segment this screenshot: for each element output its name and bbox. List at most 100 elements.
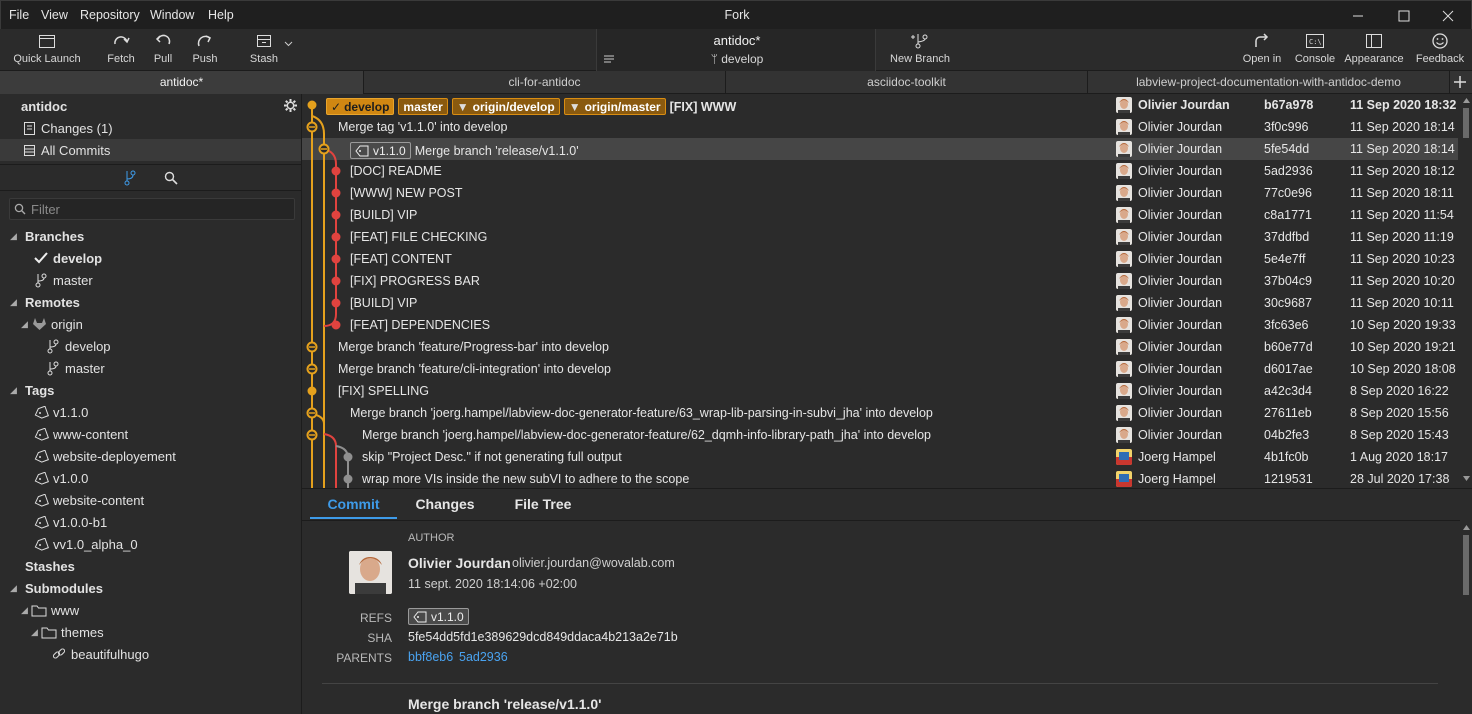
commit-list-scrollbar[interactable]: [1460, 94, 1472, 488]
parent-link-2[interactable]: 5ad2936: [459, 650, 508, 664]
sidebar-tag[interactable]: website-content: [0, 489, 301, 511]
sidebar-tag[interactable]: website-deployement: [0, 445, 301, 467]
commit-node[interactable]: [331, 320, 341, 330]
commit-node[interactable]: [331, 298, 341, 308]
parent-link-1[interactable]: bbf8eb6: [408, 650, 453, 664]
sidebar-tag[interactable]: www-content: [0, 423, 301, 445]
sidebar-submodule-beautifulhugo[interactable]: beautifulhugo: [0, 643, 301, 665]
commit-row[interactable]: Merge branch 'feature/Progress-bar' into…: [302, 336, 1458, 358]
add-tab-button[interactable]: [1452, 74, 1468, 90]
scrollbar-thumb[interactable]: [1463, 535, 1469, 595]
feedback-button[interactable]: Feedback: [1414, 31, 1466, 69]
menu-help[interactable]: Help: [208, 8, 234, 22]
commit-node[interactable]: [331, 188, 341, 198]
tags-header[interactable]: ◢ Tags: [0, 379, 301, 401]
close-button[interactable]: [1425, 1, 1471, 30]
sidebar-submodule-www[interactable]: ◢ www: [0, 599, 301, 621]
sidebar-tag[interactable]: v1.0.0-b1: [0, 511, 301, 533]
scrollbar-thumb[interactable]: [1463, 108, 1469, 138]
sidebar-item-changes[interactable]: Changes (1): [0, 117, 301, 139]
commit-row[interactable]: v1.1.0 Merge branch 'release/v1.1.0' Olivi…: [302, 138, 1458, 160]
commit-row[interactable]: [FEAT] DEPENDENCIES Olivier Jourdan 3fc63e…: [302, 314, 1458, 336]
filter-field[interactable]: [9, 198, 295, 220]
submodules-header[interactable]: ◢ Submodules: [0, 577, 301, 599]
commit-row[interactable]: wrap more VIs inside the new subVI to ad…: [302, 468, 1458, 488]
commit-row[interactable]: [FEAT] CONTENT Olivier Jourdan 5e4e7ff 11 S…: [302, 248, 1458, 270]
new-branch-button[interactable]: New Branch: [888, 31, 952, 69]
commit-node[interactable]: [331, 276, 341, 286]
commit-node[interactable]: [331, 232, 341, 242]
stashes-header[interactable]: Stashes: [0, 555, 301, 577]
commit-row[interactable]: Merge branch 'joerg.hampel/labview-doc-g…: [302, 402, 1458, 424]
tab-asciidoc-toolkit[interactable]: asciidoc-toolkit: [726, 71, 1088, 94]
pull-button[interactable]: Pull: [150, 31, 176, 69]
repository-selector[interactable]: antidoc* ᛘ develop: [596, 29, 876, 71]
settings-gear-icon[interactable]: [284, 99, 297, 112]
tab-changes[interactable]: Changes: [405, 489, 485, 519]
console-button[interactable]: C:\ Console: [1294, 31, 1336, 69]
sidebar-tag[interactable]: v1.1.0: [0, 401, 301, 423]
commit-row[interactable]: [FEAT] FILE CHECKING Olivier Jourdan 37ddf…: [302, 226, 1458, 248]
search-view-icon[interactable]: [164, 171, 178, 185]
menu-view[interactable]: View: [41, 8, 68, 22]
commit-node[interactable]: [331, 210, 341, 220]
appearance-button[interactable]: Appearance: [1343, 31, 1405, 69]
open-in-button[interactable]: Open in: [1240, 31, 1284, 69]
scroll-up-icon[interactable]: [1463, 98, 1470, 103]
commit-row[interactable]: Merge tag 'v1.1.0' into develop Olivier J…: [302, 116, 1458, 138]
fetch-button[interactable]: Fetch: [104, 31, 138, 69]
commit-row[interactable]: [FIX] PROGRESS BAR Olivier Jourdan 37b04c9…: [302, 270, 1458, 292]
quick-launch-button[interactable]: Quick Launch: [12, 31, 82, 69]
commit-node[interactable]: [343, 474, 353, 484]
push-button[interactable]: Push: [190, 31, 220, 69]
branches-header[interactable]: ◢ Branches: [0, 225, 301, 247]
stash-dropdown-icon[interactable]: [284, 41, 293, 47]
minimize-button[interactable]: [1335, 1, 1381, 30]
commit-row[interactable]: skip "Project Desc." if not generating f…: [302, 446, 1458, 468]
remotes-header[interactable]: ◢ Remotes: [0, 291, 301, 313]
commit-node[interactable]: [343, 452, 353, 462]
branch-label-origin-master[interactable]: ▼ origin/master: [563, 98, 666, 115]
scroll-up-icon[interactable]: [1463, 525, 1470, 530]
commit-node[interactable]: [307, 386, 317, 396]
commit-row[interactable]: Merge branch 'joerg.hampel/labview-doc-g…: [302, 424, 1458, 446]
tab-labview-project-documentation[interactable]: labview-project-documentation-with-antid…: [1088, 71, 1450, 94]
sidebar-submodule-themes[interactable]: ◢ themes: [0, 621, 301, 643]
commit-row[interactable]: [WWW] NEW POST Olivier Jourdan 77c0e96 11 S…: [302, 182, 1458, 204]
sidebar-tag[interactable]: v1.0.0: [0, 467, 301, 489]
commit-node[interactable]: [331, 254, 341, 264]
menu-file[interactable]: File: [9, 8, 29, 22]
menu-window[interactable]: Window: [150, 8, 194, 22]
sidebar-branch-develop[interactable]: develop: [0, 247, 301, 269]
commit-node[interactable]: [307, 100, 317, 110]
scroll-down-icon[interactable]: [1463, 476, 1470, 481]
commit-row[interactable]: Merge branch 'feature/cli-integration' i…: [302, 358, 1458, 380]
commit-node[interactable]: [331, 166, 341, 176]
stash-button[interactable]: Stash: [249, 31, 279, 69]
maximize-button[interactable]: [1381, 1, 1427, 30]
refs-tag[interactable]: v1.1.0: [408, 608, 473, 626]
tag-icon: [413, 611, 427, 622]
commit-row[interactable]: [BUILD] VIP Olivier Jourdan c8a1771 11 Sep …: [302, 204, 1458, 226]
branch-label-master[interactable]: master: [398, 98, 448, 115]
tab-commit[interactable]: Commit: [310, 489, 397, 519]
sidebar-branch-master[interactable]: master: [0, 269, 301, 291]
details-scrollbar[interactable]: [1460, 521, 1472, 714]
sidebar-remote-branch-master[interactable]: master: [0, 357, 301, 379]
filter-input[interactable]: [31, 201, 291, 217]
sidebar-tag[interactable]: vv1.0_alpha_0: [0, 533, 301, 555]
commit-row[interactable]: ✓ develop master ▼ origin/develop ▼ origin/mas…: [302, 94, 1458, 116]
commit-row[interactable]: [FIX] SPELLING Olivier Jourdan a42c3d4 8 Se…: [302, 380, 1458, 402]
gitlab-icon: ▼: [568, 99, 581, 114]
sidebar-item-all-commits[interactable]: All Commits: [0, 139, 301, 161]
commit-row[interactable]: [BUILD] VIP Olivier Jourdan 30c9687 11 Sep …: [302, 292, 1458, 314]
branches-view-icon[interactable]: [123, 170, 137, 186]
tab-antidoc[interactable]: antidoc*: [0, 71, 364, 94]
tab-cli-for-antidoc[interactable]: cli-for-antidoc: [364, 71, 726, 94]
branch-label-origin-develop[interactable]: ▼ origin/develop: [451, 98, 560, 115]
sidebar-remote-origin[interactable]: ◢ origin: [0, 313, 301, 335]
tab-file-tree[interactable]: File Tree: [502, 489, 584, 519]
menu-repository[interactable]: Repository: [80, 8, 140, 22]
commit-row[interactable]: [DOC] README Olivier Jourdan 5ad2936 11 Sep…: [302, 160, 1458, 182]
sidebar-remote-branch-develop[interactable]: develop: [0, 335, 301, 357]
